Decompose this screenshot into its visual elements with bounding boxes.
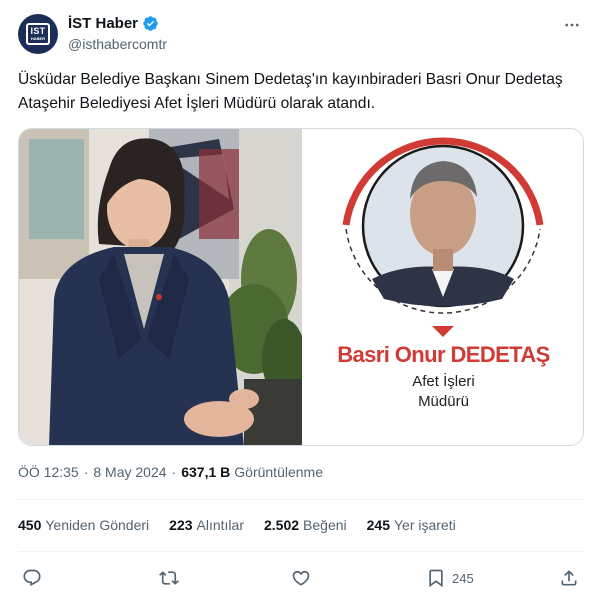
like-button[interactable] <box>291 565 311 591</box>
bookmark-count: 245 <box>452 570 474 586</box>
engagement-stats: 450 Yeniden Gönderi 223 Alıntılar 2.502 … <box>18 517 476 533</box>
author-handle[interactable]: @isthabercomtr <box>68 36 167 52</box>
like-icon <box>292 570 310 586</box>
stat-count: 245 <box>366 517 390 533</box>
meta-separator: · <box>83 464 89 480</box>
avatar-logo-subtext: HABER <box>30 36 46 41</box>
caption-job-title-line2: Müdürü <box>418 393 469 410</box>
share-button[interactable] <box>559 565 579 591</box>
tweet-header: IST HABER İST Haber @isthabercomtr <box>18 13 584 55</box>
reply-button[interactable] <box>22 565 42 591</box>
avatar-logo-text: IST <box>30 26 46 36</box>
tweet-media[interactable]: Basri Onur DEDETAŞ Afet İşleri Müdürü <box>18 128 584 446</box>
bookmark-button[interactable]: 245 <box>426 565 474 591</box>
views-count: 637,1 B <box>181 464 231 480</box>
author-name-line: İST Haber <box>68 15 159 32</box>
retweet-icon <box>159 571 179 585</box>
profile-graphic: Basri Onur DEDETAŞ Afet İşleri Müdürü <box>302 129 583 445</box>
stat-count: 2.502 <box>263 517 300 533</box>
profile-photo-frame <box>342 137 544 337</box>
stat-label: Yer işareti <box>393 517 456 533</box>
stat-likes[interactable]: 2.502 Beğeni <box>264 517 347 533</box>
author-avatar[interactable]: IST HABER <box>18 14 58 54</box>
caption-job-title-line1: Afet İşleri <box>412 373 475 390</box>
divider-top <box>18 499 584 500</box>
stat-label: Alıntılar <box>196 517 244 533</box>
divider-bottom <box>18 551 584 552</box>
stat-count: 450 <box>18 517 42 533</box>
tweet-text: Üsküdar Belediye Başkanı Sinem Dedetaş'ı… <box>18 71 563 112</box>
retweet-button[interactable] <box>159 565 179 591</box>
stat-label: Beğeni <box>303 517 347 533</box>
caption-person-name: Basri Onur DEDETAŞ <box>337 342 550 367</box>
tweet-date[interactable]: 8 May 2024 <box>93 464 166 480</box>
avatar-logo: IST HABER <box>26 23 50 45</box>
meta-separator-2: · <box>171 464 177 480</box>
stat-quotes[interactable]: 223 Alıntılar <box>169 517 244 533</box>
views-label: Görüntülenme <box>234 464 323 480</box>
stat-reposts[interactable]: 450 Yeniden Gönderi <box>18 517 149 533</box>
tweet-meta: ÖÖ 12:35 · 8 May 2024 · 637,1 B Görüntül… <box>18 464 323 480</box>
stat-label: Yeniden Gönderi <box>45 517 150 533</box>
reply-icon <box>23 569 41 587</box>
stat-bookmarks[interactable]: 245 Yer işareti <box>367 517 456 533</box>
photo-woman[interactable] <box>19 129 302 446</box>
stat-count: 223 <box>169 517 193 533</box>
more-options-icon[interactable] <box>562 15 582 35</box>
share-icon <box>561 570 577 586</box>
author-name[interactable]: İST Haber <box>68 15 138 32</box>
verified-badge-icon[interactable] <box>142 15 159 32</box>
tweet-time[interactable]: ÖÖ 12:35 <box>18 464 79 480</box>
tweet-actions: 245 <box>18 565 584 591</box>
bookmark-icon <box>429 569 443 588</box>
